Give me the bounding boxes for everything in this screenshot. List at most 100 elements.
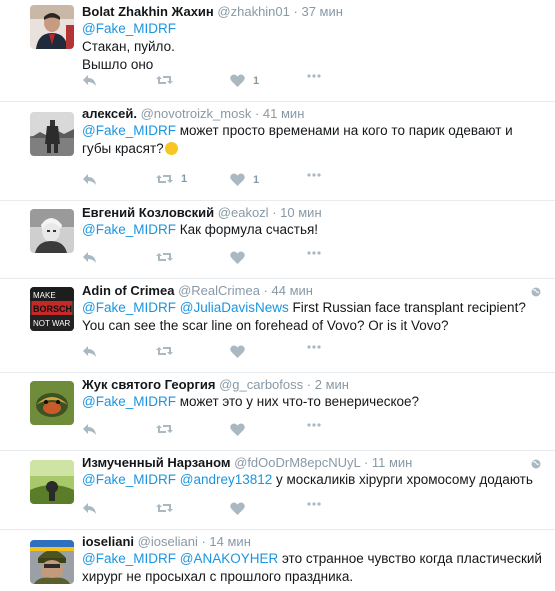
mention-link[interactable]: @Fake_MIDRF bbox=[82, 551, 176, 566]
user-name[interactable]: Adin of Crimea bbox=[82, 283, 174, 298]
tweet-header: ioseliani @ioseliani · 14 мин bbox=[82, 534, 543, 550]
retweet-button[interactable] bbox=[156, 251, 173, 263]
avatar-text: NOT WAR bbox=[33, 319, 71, 328]
retweet-icon bbox=[156, 175, 173, 183]
tweet-header: алексей. @novotroizk_mosk · 41 мин bbox=[82, 106, 543, 122]
reply-button[interactable] bbox=[82, 423, 97, 436]
user-handle[interactable]: @eakozl bbox=[218, 205, 269, 220]
more-button[interactable] bbox=[307, 74, 321, 78]
mention-link[interactable]: @Fake_MIDRF bbox=[82, 21, 176, 36]
tweet-text-line: Стакан, пуйло. bbox=[82, 39, 175, 54]
tweet[interactable]: алексей. @novotroizk_mosk · 41 мин @Fake… bbox=[0, 102, 555, 201]
separator-dot: · bbox=[201, 534, 206, 549]
tweet-text: @Fake_MIDRF может это у них что-то венер… bbox=[82, 393, 543, 411]
retweet-button[interactable] bbox=[156, 502, 173, 514]
more-icon bbox=[307, 251, 321, 255]
avatar[interactable] bbox=[30, 209, 74, 253]
mention-link[interactable]: @Fake_MIDRF bbox=[82, 472, 176, 487]
like-button[interactable] bbox=[230, 423, 245, 436]
tweet-time[interactable]: 37 мин bbox=[301, 4, 342, 19]
mention-link[interactable]: @Fake_MIDRF bbox=[82, 300, 176, 315]
more-button[interactable] bbox=[307, 423, 321, 427]
tweet-time[interactable]: 44 мин bbox=[272, 283, 313, 298]
mention-link[interactable]: @Fake_MIDRF bbox=[82, 123, 176, 138]
mention-link[interactable]: @ANAKOYHER bbox=[180, 551, 278, 566]
tweet-text-line: Вышло оно bbox=[82, 57, 154, 72]
heart-icon bbox=[230, 173, 245, 186]
like-button[interactable] bbox=[230, 502, 245, 515]
avatar[interactable] bbox=[30, 5, 74, 49]
tweet-time[interactable]: 14 мин bbox=[209, 534, 250, 549]
tweet[interactable]: Измученный Нарзаном @fdOoDrM8epcNUyL · 1… bbox=[0, 451, 555, 530]
mention-link[interactable]: @Fake_MIDRF bbox=[82, 222, 176, 237]
mention-link[interactable]: @andrey13812 bbox=[180, 472, 273, 487]
avatar[interactable] bbox=[30, 540, 74, 584]
more-button[interactable] bbox=[307, 502, 321, 506]
tweet-text-body: Как формула счастья! bbox=[175, 222, 319, 237]
like-button[interactable] bbox=[230, 345, 245, 358]
more-button[interactable] bbox=[307, 173, 321, 177]
like-button[interactable]: 1 bbox=[230, 173, 259, 186]
tweet[interactable]: ioseliani @ioseliani · 14 мин @Fake_MIDR… bbox=[0, 530, 555, 591]
reply-button[interactable] bbox=[82, 251, 97, 264]
more-button[interactable] bbox=[307, 251, 321, 255]
user-handle[interactable]: @ioseliani bbox=[138, 534, 198, 549]
mention-link[interactable]: @Fake_MIDRF bbox=[82, 394, 176, 409]
heart-icon bbox=[230, 74, 245, 87]
reply-icon bbox=[83, 174, 96, 185]
separator-dot: · bbox=[254, 106, 260, 121]
user-handle[interactable]: @fdOoDrM8epcNUyL bbox=[234, 455, 360, 470]
like-button[interactable]: 1 bbox=[230, 74, 259, 87]
reply-button[interactable] bbox=[82, 345, 97, 358]
tweet-actions: 1 1 bbox=[82, 173, 543, 189]
tweet-header: Жук святого Георгия @g_carbofoss · 2 мин bbox=[82, 377, 543, 393]
reply-button[interactable] bbox=[82, 74, 97, 87]
user-name[interactable]: алексей. bbox=[82, 106, 137, 121]
user-name[interactable]: Жук святого Георгия bbox=[82, 377, 215, 392]
tweet[interactable]: Евгений Козловский @eakozl · 10 мин @Fak… bbox=[0, 201, 555, 279]
user-handle[interactable]: @zhakhin01 bbox=[217, 4, 289, 19]
like-button[interactable] bbox=[230, 251, 245, 264]
tweet-actions bbox=[82, 251, 543, 267]
retweet-button[interactable] bbox=[156, 74, 181, 86]
mention-link[interactable]: @JuliaDavisNews bbox=[180, 300, 289, 315]
tweet-time[interactable]: 10 мин bbox=[280, 205, 321, 220]
retweet-icon bbox=[156, 76, 173, 84]
user-name[interactable]: Bolat Zhakhin Жахин bbox=[82, 4, 214, 19]
retweet-button[interactable] bbox=[156, 345, 173, 357]
more-button[interactable] bbox=[307, 345, 321, 349]
tweet[interactable]: Bolat Zhakhin Жахин @zhakhin01 · 37 мин … bbox=[0, 0, 555, 102]
avatar[interactable] bbox=[30, 460, 74, 504]
globe-icon bbox=[531, 287, 541, 297]
tweet-header: Adin of Crimea @RealCrimea · 44 мин bbox=[82, 283, 543, 299]
tweet-time[interactable]: 2 мин bbox=[315, 377, 349, 392]
tweet[interactable]: Жук святого Георгия @g_carbofoss · 2 мин… bbox=[0, 373, 555, 451]
tweet-time[interactable]: 41 мин bbox=[263, 106, 304, 121]
avatar[interactable] bbox=[30, 381, 74, 425]
user-name[interactable]: Евгений Козловский bbox=[82, 205, 214, 220]
reply-button[interactable] bbox=[82, 173, 97, 186]
avatar-text: BORSCH bbox=[33, 304, 72, 314]
user-name[interactable]: Измученный Нарзаном bbox=[82, 455, 231, 470]
avatar[interactable] bbox=[30, 112, 74, 156]
user-handle[interactable]: @RealCrimea bbox=[178, 283, 260, 298]
reply-button[interactable] bbox=[82, 502, 97, 515]
user-name[interactable]: ioseliani bbox=[82, 534, 134, 549]
retweet-button[interactable] bbox=[156, 423, 173, 435]
more-icon bbox=[307, 502, 321, 506]
tweet-actions bbox=[82, 423, 543, 439]
retweet-icon bbox=[156, 347, 173, 355]
tweet[interactable]: MAKE BORSCH NOT WAR Adin of Crimea @RealCr… bbox=[0, 279, 555, 373]
more-icon bbox=[307, 173, 321, 177]
user-handle[interactable]: @g_carbofoss bbox=[219, 377, 303, 392]
retweet-button[interactable]: 1 bbox=[156, 173, 187, 185]
tweet-actions bbox=[82, 345, 543, 361]
heart-icon bbox=[230, 502, 245, 515]
tweet-time[interactable]: 11 мин bbox=[372, 455, 413, 470]
heart-icon bbox=[230, 251, 245, 264]
avatar[interactable]: MAKE BORSCH NOT WAR bbox=[30, 287, 74, 331]
more-icon bbox=[307, 74, 321, 78]
more-icon bbox=[307, 345, 321, 349]
user-handle[interactable]: @novotroizk_mosk bbox=[141, 106, 252, 121]
separator-dot: · bbox=[306, 377, 312, 392]
